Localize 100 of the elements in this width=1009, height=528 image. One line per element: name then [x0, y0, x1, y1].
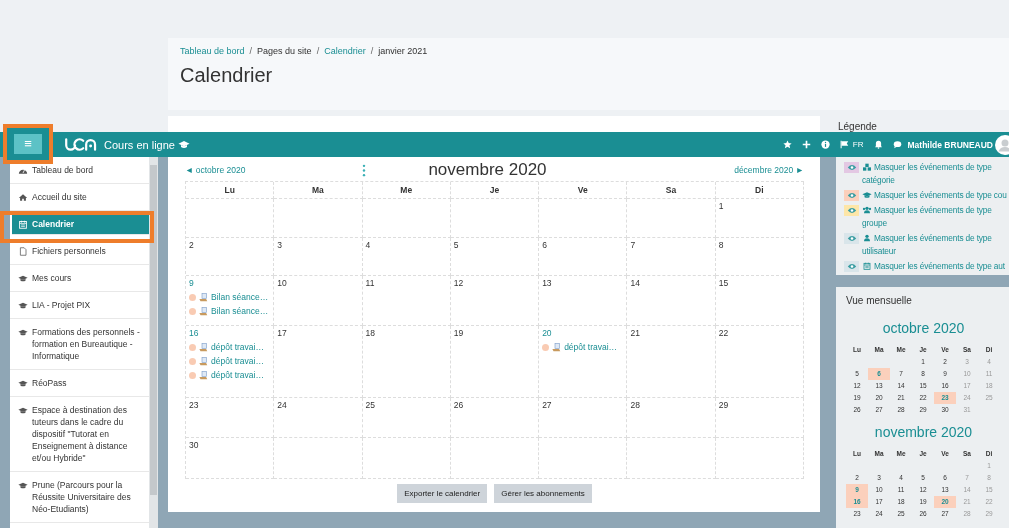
info-icon[interactable] [820, 140, 830, 149]
users-icon [862, 206, 872, 214]
day-number: 14 [630, 278, 640, 288]
assignment-icon [199, 292, 208, 302]
weekday-header: Ve [539, 182, 628, 199]
event-link[interactable]: Bilan séance… [211, 306, 269, 316]
breadcrumb-link[interactable]: Tableau de bord [180, 46, 245, 56]
calendar-button[interactable]: Gérer les abonnements [494, 484, 592, 503]
calendar-icon [862, 262, 872, 270]
event-link[interactable]: dépôt travai… [211, 342, 264, 352]
panel-title: Vue mensuelle [846, 295, 912, 306]
user-name[interactable]: Mathilde BRUNEAUD [907, 139, 993, 150]
day-number: 22 [718, 328, 729, 338]
breadcrumb-link[interactable]: Calendrier [324, 46, 366, 56]
day-number: 21 [630, 328, 640, 338]
weekday-header: Lu [186, 182, 275, 199]
day-number: 25 [365, 400, 376, 410]
legend-link[interactable]: Masquer les événements de type groupe [862, 204, 1009, 230]
event-link[interactable]: dépôt travai… [211, 356, 264, 366]
breadcrumb-item: Pages du site [257, 46, 312, 56]
eye-toggle[interactable] [844, 162, 859, 173]
day-number: 27 [542, 400, 552, 410]
day-number: 19 [453, 328, 464, 338]
home-icon [18, 192, 28, 202]
day-number: 4 [365, 240, 371, 250]
star-icon[interactable] [782, 140, 792, 149]
assignment-icon [199, 306, 208, 316]
more-options-icon[interactable] [362, 163, 367, 177]
day-number: 17 [277, 328, 287, 338]
logo-icon [64, 137, 98, 152]
month-title[interactable]: octobre 2020 [882, 320, 965, 336]
day-number: 23 [189, 400, 199, 410]
eye-icon [846, 207, 857, 214]
weekday-header: Ma [274, 182, 363, 199]
calendar-button[interactable]: Exporter le calendrier [397, 484, 488, 503]
weekday-header: Me [362, 182, 451, 199]
eye-icon [846, 164, 857, 171]
day-number[interactable]: 16 [189, 328, 199, 338]
breadcrumb-item: janvier 2021 [378, 46, 428, 56]
month-title: novembre 2020 [428, 160, 547, 180]
avatar-icon[interactable] [995, 134, 1009, 155]
calendar-icon [18, 219, 28, 229]
day-number: 12 [453, 278, 464, 288]
day-number: 30 [189, 440, 199, 450]
event-dot [189, 307, 196, 315]
day-number: 6 [542, 240, 547, 250]
event-link[interactable]: dépôt travai… [564, 342, 618, 352]
legend-heading: Légende [838, 122, 877, 132]
plus-icon[interactable] [801, 140, 811, 149]
day-number: 15 [718, 278, 729, 288]
month-title[interactable]: novembre 2020 [874, 424, 973, 440]
day-number: 5 [453, 240, 459, 250]
day-number: 2 [189, 240, 194, 250]
event-link[interactable]: Bilan séance… [211, 292, 269, 302]
event-dot [189, 357, 196, 365]
file-icon [18, 246, 28, 256]
eye-toggle[interactable] [844, 205, 859, 216]
day-number: 11 [365, 278, 375, 288]
chat-icon[interactable] [892, 140, 902, 149]
legend-link[interactable]: Masquer les événements de type utilisateur [862, 232, 1009, 258]
assignment-icon [552, 342, 562, 352]
site-name[interactable]: Cours en ligne [104, 138, 175, 151]
event-dot [189, 293, 196, 301]
graduation-cap-icon [18, 300, 28, 310]
weekday-header: Di [715, 182, 804, 199]
day-number: 26 [453, 400, 464, 410]
eye-toggle[interactable] [844, 261, 859, 272]
breadcrumb-separator: / [370, 46, 374, 56]
event-dot [189, 371, 196, 379]
legend-link[interactable]: Masquer les événements de type catégorie [862, 161, 1009, 187]
day-number[interactable]: 9 [189, 278, 194, 288]
weekday-header: Je [450, 182, 540, 199]
eye-toggle[interactable] [844, 190, 859, 201]
next-month-link[interactable]: décembre 2020 ► [734, 165, 804, 175]
legend-link[interactable]: Masquer les événements de type cou [862, 189, 1007, 202]
breadcrumb-separator: / [249, 46, 253, 56]
eye-icon [846, 235, 857, 242]
assignment-icon [199, 342, 208, 352]
language-menu[interactable]: FR [852, 140, 864, 149]
previous-month-link[interactable]: ◄ octobre 2020 [185, 165, 246, 175]
event-link[interactable]: dépôt travai… [211, 370, 264, 380]
legend-link[interactable]: Masquer les événements de type aut [862, 260, 1005, 273]
graduation-cap-icon [18, 480, 28, 490]
eye-toggle[interactable] [844, 233, 859, 244]
day-number: 13 [542, 278, 552, 288]
event-dot [189, 343, 196, 351]
graduation-cap-icon [177, 140, 190, 149]
graduation-cap-icon [18, 327, 28, 337]
graduation-cap-icon [18, 378, 28, 388]
sidebar-item[interactable]: Calendrier [12, 214, 149, 235]
assignment-icon [199, 370, 208, 380]
day-number: 8 [718, 240, 724, 250]
bell-icon[interactable] [873, 140, 883, 149]
graduation-cap-icon [18, 405, 28, 415]
assignment-icon [199, 356, 208, 366]
day-number[interactable]: 20 [542, 328, 552, 338]
graduation-cap-icon [862, 191, 872, 199]
day-number: 7 [630, 240, 636, 250]
scrollbar[interactable] [149, 157, 158, 528]
flag-icon[interactable] [839, 140, 849, 149]
